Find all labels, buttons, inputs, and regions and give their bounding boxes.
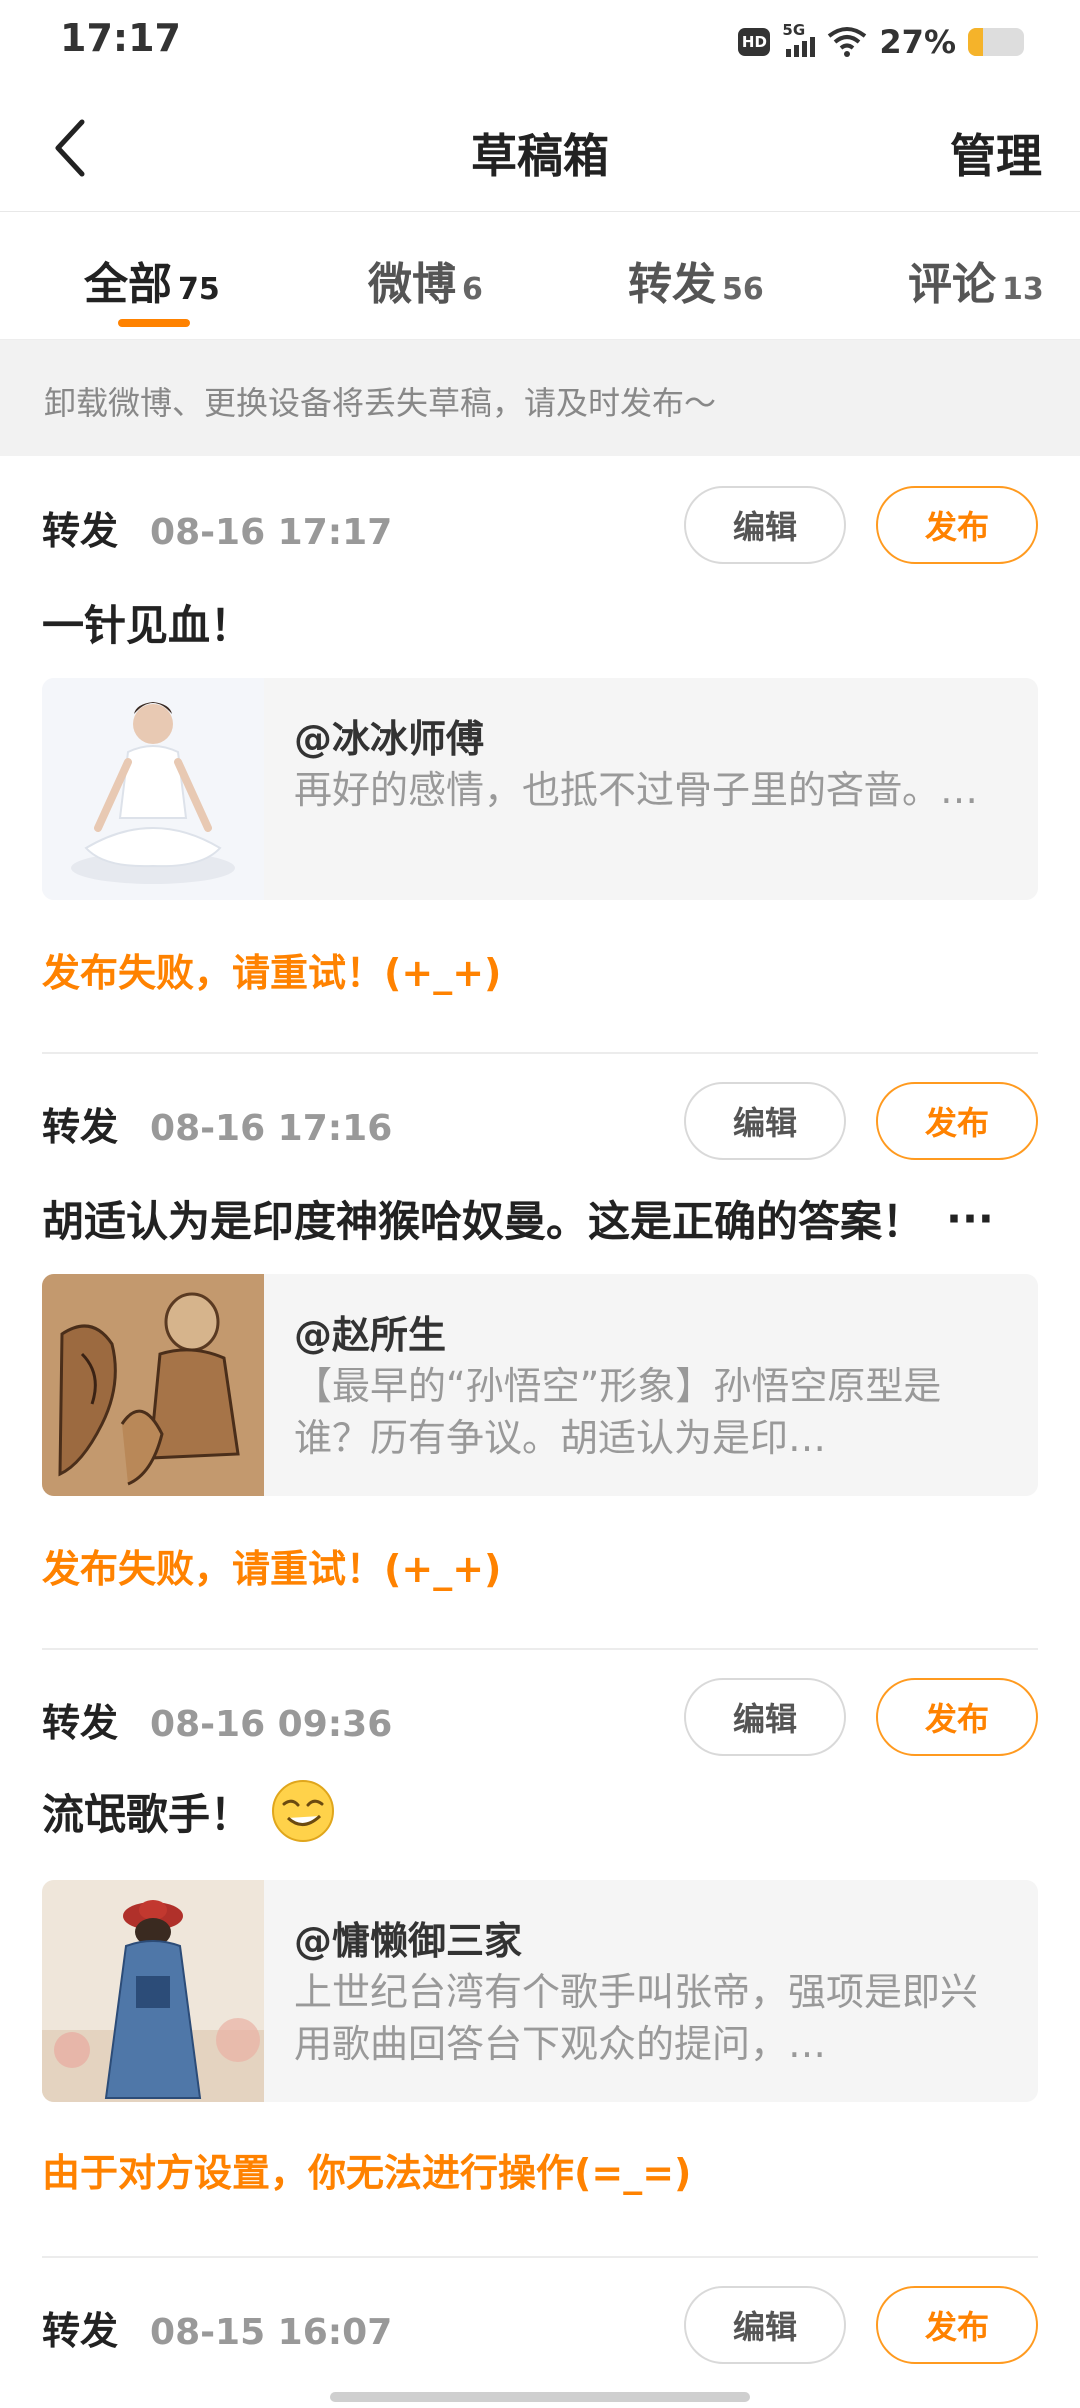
more-ellipsis: ··· (946, 1194, 994, 1243)
tab-label: 转发 (628, 259, 716, 310)
draft-timestamp: 08-16 17:17 (150, 512, 393, 553)
draft-item: 转发 08-16 09:36 编辑 发布 流氓歌手！ @慵懒御三家 上世纪台湾有… (0, 1648, 1080, 2254)
active-tab-indicator (118, 319, 190, 327)
wifi-icon (827, 26, 867, 58)
clock: 17:17 (60, 16, 181, 60)
publish-button[interactable]: 发布 (876, 1082, 1038, 1160)
draft-type: 转发 (42, 1105, 119, 1149)
draft-text[interactable]: 胡适认为是印度神猴哈奴曼。这是正确的答案！ ··· (42, 1188, 994, 1249)
edit-button[interactable]: 编辑 (684, 486, 846, 564)
publish-button[interactable]: 发布 (876, 1678, 1038, 1756)
publish-status-message[interactable]: 由于对方设置，你无法进行操作(=_=) (42, 2142, 691, 2197)
tab-repost[interactable]: 转发 56 (628, 248, 764, 312)
ancient-painting-image (42, 1274, 264, 1496)
page-title: 草稿箱 (471, 129, 609, 183)
tab-comment[interactable]: 评论 13 (908, 248, 1044, 312)
draft-type: 转发 (42, 1701, 119, 1745)
draft-type: 转发 (42, 509, 119, 553)
quoted-post-card[interactable]: @冰冰师傅 再好的感情，也抵不过骨子里的吝啬。… (42, 678, 1038, 900)
smirk-emoji-icon (272, 1780, 335, 1842)
tab-weibo[interactable]: 微博 6 (368, 248, 483, 312)
draft-item: 转发 08-15 16:07 编辑 发布 (0, 2256, 1080, 2408)
draft-item: 转发 08-16 17:17 编辑 发布 一针见血！ @冰冰师傅 再好的感情，也… (0, 456, 1080, 1052)
quoted-author: @慵懒御三家 (294, 1919, 523, 1963)
nav-bar: 草稿箱 管理 (0, 80, 1080, 212)
battery-icon (968, 28, 1024, 56)
notice-text: 卸载微博、更换设备将丢失草稿，请及时发布～ (44, 384, 717, 422)
draft-meta: 转发 08-16 17:16 (42, 1096, 392, 1151)
tab-label: 全部 (84, 259, 172, 310)
tab-label: 微博 (368, 259, 456, 310)
meditation-figure-image (42, 678, 264, 900)
draft-text[interactable]: 一针见血！ (42, 592, 252, 653)
draft-item: 转发 08-16 17:16 编辑 发布 胡适认为是印度神猴哈奴曼。这是正确的答… (0, 1052, 1080, 1648)
draft-text[interactable]: 流氓歌手！ (42, 1778, 336, 1844)
tab-bar: 全部 75 微博 6 转发 56 评论 13 (0, 212, 1080, 340)
status-bar: 17:17 HD 5G 27% (0, 0, 1080, 80)
quoted-excerpt: 上世纪台湾有个歌手叫张帝，强项是即兴用歌曲回答台下观众的提问，… (294, 1970, 979, 2066)
tab-count: 6 (462, 272, 483, 307)
tab-label: 评论 (908, 259, 996, 310)
edit-button[interactable]: 编辑 (684, 1678, 846, 1756)
publish-status-message[interactable]: 发布失败，请重试！(+_+) (42, 942, 501, 997)
edit-button[interactable]: 编辑 (684, 1082, 846, 1160)
publish-button[interactable]: 发布 (876, 486, 1038, 564)
draft-meta: 转发 08-16 17:17 (42, 500, 392, 555)
tab-count: 13 (1002, 272, 1044, 307)
notice-banner: 卸载微博、更换设备将丢失草稿，请及时发布～ (0, 340, 1080, 456)
publish-status-message[interactable]: 发布失败，请重试！(+_+) (42, 1538, 501, 1593)
draft-meta: 转发 08-16 09:36 (42, 1692, 392, 1747)
qing-official-figure-image (42, 1880, 264, 2102)
quoted-excerpt: 【最早的“孙悟空”形象】孙悟空原型是谁？历有争议。胡适认为是印… (294, 1364, 942, 1460)
draft-timestamp: 08-15 16:07 (150, 2312, 393, 2353)
quoted-post-card[interactable]: @赵所生 【最早的“孙悟空”形象】孙悟空原型是谁？历有争议。胡适认为是印… (42, 1274, 1038, 1496)
battery-fill (968, 28, 984, 56)
post-thumbnail (42, 1880, 264, 2102)
draft-timestamp: 08-16 09:36 (150, 1704, 393, 1745)
status-icons: HD 5G 27% (738, 20, 1024, 64)
tab-count: 56 (722, 272, 764, 307)
post-thumbnail (42, 678, 264, 900)
tab-count: 75 (178, 272, 220, 307)
draft-type: 转发 (42, 2309, 119, 2353)
draft-text-content: 胡适认为是印度神猴哈奴曼。这是正确的答案！ (42, 1197, 925, 1246)
draft-text-content: 一针见血！ (42, 601, 253, 650)
quoted-author: @冰冰师傅 (294, 717, 485, 761)
network-type: 5G (782, 21, 806, 39)
hd-icon: HD (738, 28, 771, 56)
battery-percent: 27% (879, 23, 956, 61)
post-thumbnail (42, 1274, 264, 1496)
signal-icon: 5G (782, 21, 816, 57)
quoted-post-card[interactable]: @慵懒御三家 上世纪台湾有个歌手叫张帝，强项是即兴用歌曲回答台下观众的提问，… (42, 1880, 1038, 2102)
draft-meta: 转发 08-15 16:07 (42, 2300, 392, 2355)
tab-all[interactable]: 全部 75 (84, 248, 220, 312)
quoted-author: @赵所生 (294, 1313, 447, 1357)
quoted-excerpt: 再好的感情，也抵不过骨子里的吝啬。… (294, 768, 979, 812)
manage-button[interactable]: 管理 (950, 120, 1042, 186)
edit-button[interactable]: 编辑 (684, 2286, 846, 2364)
home-indicator[interactable] (330, 2392, 750, 2402)
draft-timestamp: 08-16 17:16 (150, 1108, 393, 1149)
draft-text-content: 流氓歌手！ (42, 1789, 253, 1839)
publish-button[interactable]: 发布 (876, 2286, 1038, 2364)
